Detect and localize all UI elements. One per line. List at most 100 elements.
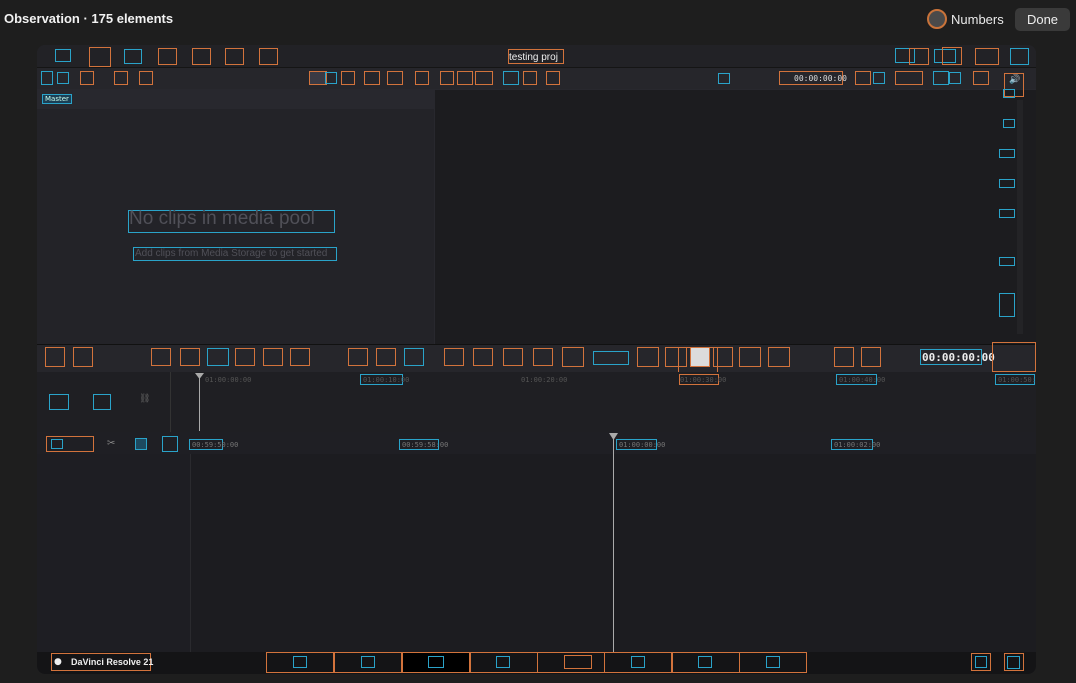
loop-icon[interactable] bbox=[768, 347, 790, 367]
overview-link-icon[interactable]: ⛓ bbox=[139, 394, 150, 404]
overview-clip-icon[interactable] bbox=[49, 394, 69, 410]
effects-library-toggle-icon[interactable] bbox=[89, 47, 111, 67]
cut-page-icon bbox=[361, 656, 375, 668]
overview-tick-0: 01:00:00:00 bbox=[205, 376, 252, 384]
meter-mark-5 bbox=[1003, 119, 1015, 128]
render-cache-icon[interactable] bbox=[895, 71, 923, 85]
safe-area-icon[interactable] bbox=[503, 71, 519, 85]
metadata-icon[interactable] bbox=[415, 71, 429, 85]
sound-library-toggle-icon[interactable] bbox=[158, 48, 177, 65]
track-height-icon[interactable] bbox=[73, 347, 93, 367]
track-header-toggle-icon[interactable] bbox=[45, 347, 65, 367]
meter-mark-15 bbox=[999, 179, 1015, 188]
deliver-page-icon bbox=[698, 656, 712, 668]
timeline-tick-1: 00:59:58:00 bbox=[402, 441, 449, 449]
numbers-toggle[interactable] bbox=[927, 9, 947, 29]
waveform-icon[interactable] bbox=[404, 348, 424, 366]
overview-playhead[interactable] bbox=[199, 374, 200, 431]
brand-name: DaVinci Resolve 21 bbox=[71, 657, 154, 667]
fit-to-fill-icon[interactable] bbox=[290, 348, 310, 366]
mark-out-icon[interactable] bbox=[533, 348, 553, 366]
snapshot-icon[interactable] bbox=[376, 348, 396, 366]
new-bin-icon[interactable] bbox=[80, 71, 94, 85]
zoom-fit-icon[interactable] bbox=[51, 439, 63, 449]
gear-icon[interactable] bbox=[1007, 656, 1020, 669]
edit-page-icon bbox=[428, 656, 444, 668]
color-page-icon bbox=[564, 655, 592, 669]
overwrite-clip-icon[interactable] bbox=[180, 348, 200, 366]
titles-toggle-icon[interactable] bbox=[192, 48, 211, 65]
share-icon[interactable] bbox=[909, 48, 929, 65]
play-forward-icon[interactable] bbox=[713, 347, 733, 367]
marker-icon[interactable] bbox=[162, 436, 178, 452]
fullscreen-icon[interactable] bbox=[1010, 48, 1029, 65]
rocket-icon bbox=[766, 656, 780, 668]
overview-tick-5: 01:00:50:00 bbox=[998, 376, 1036, 384]
transport-timecode: 00:00:00:00 bbox=[922, 351, 995, 364]
edit-index-toggle-icon[interactable] bbox=[124, 49, 142, 64]
panel-layout-icon[interactable] bbox=[41, 71, 53, 85]
append-icon[interactable] bbox=[348, 348, 368, 366]
keyframes-toggle-icon[interactable] bbox=[259, 48, 278, 65]
empty-pool-subtitle: Add clips from Media Storage to get star… bbox=[135, 248, 328, 259]
timeline-playhead[interactable] bbox=[613, 435, 614, 652]
viewer-options-icon[interactable] bbox=[523, 71, 537, 85]
metadata-toggle-icon[interactable] bbox=[942, 47, 962, 65]
timeline-tick-0: 00:59:50:00 bbox=[192, 441, 239, 449]
link-icon[interactable] bbox=[139, 71, 153, 85]
scissors-icon[interactable]: ✂ bbox=[107, 438, 115, 449]
view-dropdown-icon[interactable] bbox=[325, 72, 337, 84]
quality-icon[interactable] bbox=[933, 71, 949, 85]
skip-to-end-icon[interactable] bbox=[739, 347, 761, 367]
ripple-overwrite-icon[interactable] bbox=[263, 348, 283, 366]
overview-tick-3: 01:00:30:00 bbox=[680, 376, 727, 384]
timeline-options-icon[interactable] bbox=[444, 348, 464, 366]
sort-icon[interactable] bbox=[341, 71, 355, 85]
smart-bin-icon[interactable] bbox=[114, 71, 128, 85]
previous-edit-icon[interactable] bbox=[861, 347, 881, 367]
home-icon[interactable] bbox=[975, 656, 987, 668]
color-palette-icon[interactable] bbox=[973, 71, 989, 85]
timeline-settings-icon[interactable] bbox=[992, 342, 1036, 372]
dual-viewer-icon[interactable] bbox=[475, 71, 493, 85]
media-pool-toggle-icon[interactable] bbox=[55, 49, 71, 62]
mixer-toggle-icon[interactable] bbox=[975, 48, 999, 65]
viewer-menu-icon[interactable] bbox=[873, 72, 885, 84]
effects-toggle-icon[interactable] bbox=[225, 48, 244, 65]
done-button[interactable]: Done bbox=[1015, 8, 1070, 31]
zoom-dropdown-icon[interactable] bbox=[718, 73, 730, 84]
meter-mark-40-50 bbox=[999, 293, 1015, 317]
clip-info-icon[interactable] bbox=[546, 71, 560, 85]
resolve-logo-icon: ● bbox=[54, 657, 62, 667]
master-bin-label[interactable]: Master bbox=[42, 94, 72, 104]
observation-title: Observation · 175 elements bbox=[4, 11, 174, 26]
snapping-icon[interactable] bbox=[135, 438, 147, 450]
mark-in-icon[interactable] bbox=[503, 348, 523, 366]
stop-icon[interactable] bbox=[690, 347, 710, 367]
filter-icon[interactable] bbox=[387, 71, 403, 85]
fairlight-page-icon bbox=[631, 656, 645, 668]
panel-dropdown-icon[interactable] bbox=[57, 72, 69, 84]
replace-clip-icon[interactable] bbox=[207, 348, 229, 366]
timeline-viewer-icon[interactable] bbox=[457, 71, 473, 85]
media-page-icon bbox=[293, 656, 307, 668]
shuttle-slider[interactable] bbox=[593, 351, 629, 365]
microphone-icon[interactable] bbox=[473, 348, 493, 366]
overview-tick-2: 01:00:20:00 bbox=[521, 376, 568, 384]
timeline-tick-2: 01:00:00:00 bbox=[619, 441, 666, 449]
fullscreen-viewer-icon[interactable] bbox=[855, 71, 871, 85]
timeline-viewer[interactable] bbox=[435, 90, 993, 344]
play-reverse-icon[interactable] bbox=[562, 347, 584, 367]
resolve-window: testing proj 00:00:00:00 Master No clips… bbox=[37, 45, 1036, 674]
empty-pool-title: No clips in media pool bbox=[129, 208, 315, 229]
meter-mark-0 bbox=[1003, 89, 1015, 98]
skip-to-start-icon[interactable] bbox=[637, 347, 659, 367]
meter-mark-30 bbox=[999, 257, 1015, 266]
source-viewer-icon[interactable] bbox=[440, 71, 454, 85]
search-icon[interactable] bbox=[364, 71, 380, 85]
next-edit-icon[interactable] bbox=[834, 347, 854, 367]
insert-clip-icon[interactable] bbox=[151, 348, 171, 366]
quality-dropdown-icon[interactable] bbox=[949, 72, 961, 84]
place-on-top-icon[interactable] bbox=[235, 348, 255, 366]
overview-audio-icon[interactable] bbox=[93, 394, 111, 410]
